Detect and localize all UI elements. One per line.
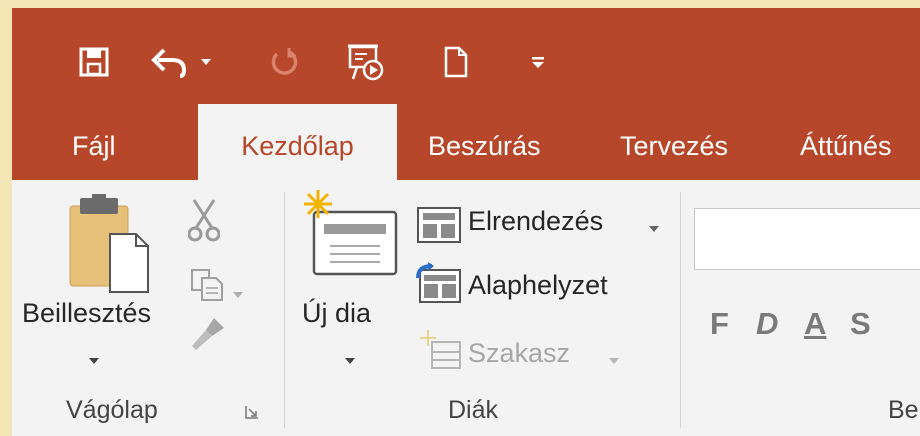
- dialog-launcher-icon[interactable]: [244, 404, 260, 425]
- new-slide-button[interactable]: [300, 188, 400, 289]
- save-icon[interactable]: [76, 42, 112, 82]
- new-slide-label[interactable]: Új dia: [302, 298, 371, 329]
- section-button: Szakasz: [468, 338, 571, 368]
- redo-icon: [266, 42, 302, 82]
- font-group-label: Be: [888, 396, 919, 424]
- group-separator: [680, 192, 681, 428]
- undo-icon[interactable]: [148, 42, 192, 82]
- italic-button[interactable]: D: [756, 306, 778, 342]
- group-separator: [284, 192, 285, 428]
- cut-icon: [187, 198, 221, 247]
- layout-dropdown-icon[interactable]: [648, 220, 660, 238]
- paste-button[interactable]: [66, 194, 152, 299]
- copy-dropdown-icon: [232, 286, 244, 304]
- underline-button[interactable]: A: [804, 306, 826, 342]
- section-dropdown-icon: [608, 352, 620, 370]
- quick-access-toolbar: [12, 8, 920, 104]
- slides-group-label: Diák: [448, 396, 499, 424]
- tab-transitions[interactable]: Áttűnés: [800, 104, 892, 180]
- tab-home[interactable]: Kezdőlap: [198, 104, 397, 180]
- tab-insert[interactable]: Beszúrás: [428, 104, 541, 180]
- paste-dropdown-icon[interactable]: [88, 352, 100, 370]
- customize-qat-icon[interactable]: [526, 42, 550, 82]
- reset-slide-button[interactable]: Alaphelyzet: [468, 270, 608, 301]
- ribbon-tabs: Fájl Kezdőlap Beszúrás Tervezés Áttűnés: [12, 104, 920, 180]
- strikethrough-button[interactable]: S: [850, 306, 871, 342]
- tab-file[interactable]: Fájl: [72, 104, 116, 180]
- start-slideshow-icon[interactable]: [346, 42, 386, 82]
- new-document-icon[interactable]: [440, 42, 472, 82]
- paste-label[interactable]: Beillesztés: [22, 298, 151, 329]
- font-name-input[interactable]: [694, 208, 920, 270]
- reset-slide-icon: [414, 262, 462, 309]
- copy-icon: [190, 268, 224, 307]
- app-window: Fájl Kezdőlap Beszúrás Tervezés Áttűnés …: [12, 8, 920, 436]
- format-painter-icon: [190, 316, 226, 357]
- undo-dropdown-icon[interactable]: [196, 42, 216, 82]
- tab-design[interactable]: Tervezés: [620, 104, 728, 180]
- layout-button[interactable]: Elrendezés: [468, 206, 603, 237]
- layout-icon: [416, 206, 462, 249]
- clipboard-group-label: Vágólap: [66, 396, 158, 424]
- new-slide-dropdown-icon[interactable]: [344, 352, 356, 370]
- bold-button[interactable]: F: [710, 306, 729, 342]
- section-icon: [418, 330, 462, 375]
- ribbon-home: Beillesztés Vágólap Új dia Elrendezés Al…: [12, 180, 920, 436]
